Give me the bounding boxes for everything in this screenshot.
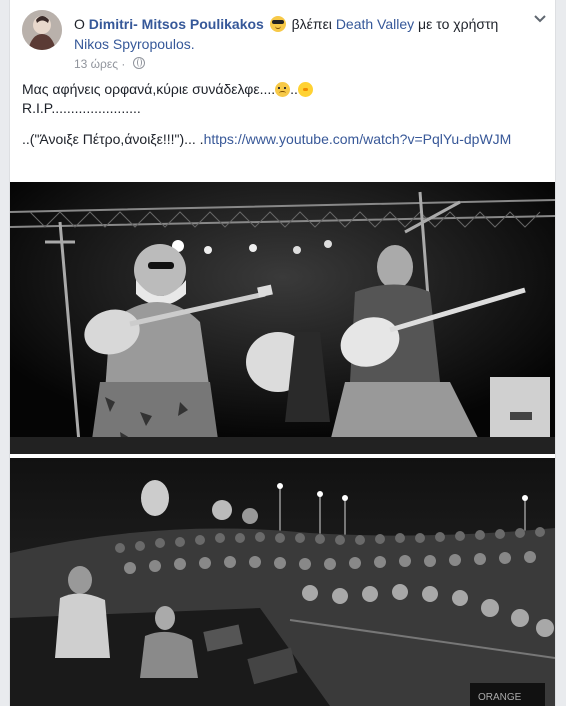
connector-text: με το [418, 16, 450, 32]
globe-icon[interactable] [132, 57, 145, 69]
chick-icon [297, 82, 313, 97]
chevron-down-icon[interactable] [533, 12, 547, 26]
with-prefix: χρήστη [453, 16, 499, 32]
youtube-link[interactable]: https://www.youtube.com/watch?v=PqlYu-dp… [204, 131, 512, 147]
post-meta: 13 ώρες · [74, 57, 145, 71]
sad-face-icon [275, 82, 291, 97]
timestamp[interactable]: 13 ώρες [74, 57, 118, 71]
post-headline: Ο Dimitri- Mitsos Poulikakos βλέπει Deat… [74, 14, 519, 54]
body-line-1: Μας αφήνεις ορφανά,κύριε συνάδελφε...... [22, 80, 543, 99]
meta-separator: · [121, 57, 126, 71]
body-line-1-separator: .. [290, 81, 298, 97]
post-header: Ο Dimitri- Mitsos Poulikakos βλέπει Deat… [22, 10, 547, 71]
avatar[interactable] [22, 10, 62, 50]
tagged-user-link[interactable]: Nikos Spyropoulos. [74, 36, 195, 52]
body-line-1-text: Μας αφήνεις ορφανά,κύριε συνάδελφε.... [22, 81, 276, 97]
body-line-3-text: ..("Άνοιξε Πέτρο,άνοιξε!!!")... . [22, 131, 204, 147]
author-link[interactable]: Dimitri- Mitsos Poulikakos [89, 16, 264, 32]
body-line-2: R.I.P....................... [22, 100, 141, 116]
headline-prefix: Ο [74, 16, 85, 32]
stage-sign: ORANGE [478, 692, 522, 703]
stage-duo-photo[interactable] [10, 182, 555, 454]
body-line-3: ..("Άνοιξε Πέτρο,άνοιξε!!!")... .https:/… [22, 130, 543, 149]
cool-face-icon [269, 16, 286, 32]
activity-text: βλέπει [291, 16, 332, 32]
title-link[interactable]: Death Valley [336, 16, 414, 32]
post-body: Μας αφήνεις ορφανά,κύριε συνάδελφε......… [22, 80, 543, 149]
crowd-photo[interactable]: ORANGE [10, 458, 555, 706]
post-card: Ο Dimitri- Mitsos Poulikakos βλέπει Deat… [9, 0, 556, 706]
